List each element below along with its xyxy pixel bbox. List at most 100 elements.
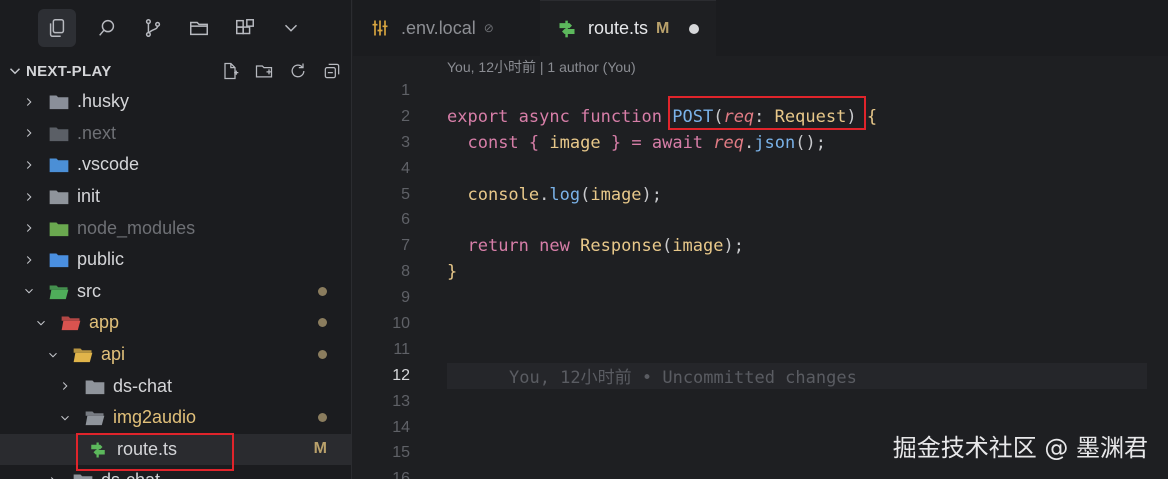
tree-folder[interactable]: init bbox=[0, 181, 351, 213]
tree-folder[interactable]: .vscode bbox=[0, 149, 351, 181]
line-number: 9 bbox=[401, 289, 410, 307]
git-change-dot-icon bbox=[318, 413, 327, 423]
code-line: 3 const { image } = await req.json(); bbox=[353, 130, 1168, 156]
tree-folder[interactable]: src bbox=[0, 276, 351, 308]
tree-item-label: app bbox=[89, 312, 120, 333]
code-text: console.log(image); bbox=[467, 184, 663, 205]
tree-item-label: ds-chat bbox=[113, 375, 173, 396]
tab-label: .env.local bbox=[401, 17, 476, 38]
git-change-dot-icon bbox=[318, 350, 327, 360]
chevron-right-icon bbox=[56, 377, 74, 395]
new-file-icon[interactable] bbox=[218, 60, 242, 82]
tree-folder[interactable]: node_modules bbox=[0, 212, 351, 244]
tree-item-label: api bbox=[101, 344, 126, 365]
chevron-down-icon bbox=[20, 282, 38, 300]
line-number: 15 bbox=[392, 444, 410, 462]
editor: .env.local ⊘ route.ts M You, 12小时前 | 1 a… bbox=[353, 0, 1168, 479]
tab-route-ts[interactable]: route.ts M bbox=[540, 0, 716, 56]
env-settings-icon bbox=[372, 20, 388, 36]
tree-folder[interactable]: public bbox=[0, 244, 351, 276]
new-folder-icon[interactable] bbox=[252, 60, 276, 82]
sidebar: NEXT-PLAY .husky .next .vscode init node_mod… bbox=[0, 0, 352, 479]
explorer-icon[interactable] bbox=[38, 9, 76, 47]
git-status-badge: M bbox=[313, 440, 327, 458]
line-number: 11 bbox=[393, 340, 410, 358]
code-text: } bbox=[447, 262, 458, 283]
code-text: return new Response(image); bbox=[467, 236, 744, 257]
code-line: 16 bbox=[353, 466, 1168, 479]
code-line-current: 12 You, 12小时前 • Uncommitted changes bbox=[353, 362, 1168, 389]
public-folder-icon bbox=[48, 251, 69, 268]
line-number: 16 bbox=[392, 470, 410, 479]
code-line: 8 } bbox=[353, 259, 1168, 285]
route-file-icon bbox=[559, 20, 575, 37]
code-area[interactable]: 1 2 export async function POST(req: Requ… bbox=[353, 78, 1168, 479]
inline-blame: You, 12小时前 • Uncommitted changes bbox=[509, 368, 857, 389]
tab-status: ⊘ bbox=[483, 21, 494, 35]
folder-icon bbox=[48, 188, 69, 205]
explorer-header[interactable]: NEXT-PLAY bbox=[0, 56, 351, 86]
tree-item-label: .husky bbox=[77, 91, 130, 112]
code-line: 2 export async function POST(req: Reques… bbox=[353, 104, 1168, 130]
tab-env-local[interactable]: .env.local ⊘ bbox=[353, 0, 540, 56]
chevron-right-icon bbox=[44, 472, 62, 479]
chevron-down-icon bbox=[44, 346, 62, 364]
line-number: 13 bbox=[392, 392, 410, 410]
refresh-icon[interactable] bbox=[286, 60, 310, 82]
code-line: 10 bbox=[353, 311, 1168, 337]
chevron-right-icon bbox=[20, 93, 38, 111]
line-number: 2 bbox=[401, 107, 410, 125]
collapse-icon[interactable] bbox=[320, 60, 344, 82]
modified-flag: M bbox=[656, 19, 670, 37]
extensions-icon[interactable] bbox=[222, 9, 268, 47]
chevron-down-icon bbox=[9, 68, 21, 75]
code-text: export async function POST(req: Request)… bbox=[447, 106, 878, 127]
code-line: 9 bbox=[353, 285, 1168, 311]
tree-folder[interactable]: ds-chat bbox=[0, 465, 351, 479]
chevron-right-icon bbox=[20, 124, 38, 142]
line-number: 12 bbox=[392, 366, 410, 384]
folder-icon bbox=[72, 472, 93, 479]
tab-bar: .env.local ⊘ route.ts M bbox=[353, 0, 1168, 56]
tree-item-label: public bbox=[77, 249, 125, 270]
activity-bar bbox=[0, 0, 351, 56]
chevron-right-icon bbox=[20, 156, 38, 174]
files-icon[interactable] bbox=[176, 9, 222, 47]
code-line: 13 bbox=[353, 389, 1168, 415]
line-number: 8 bbox=[401, 263, 410, 281]
tree-item-label: ds-chat bbox=[101, 470, 160, 479]
tree-file[interactable]: route.ts M bbox=[0, 433, 351, 466]
node-folder-icon bbox=[48, 220, 69, 237]
route-file-icon bbox=[88, 441, 108, 458]
tree-item-label: init bbox=[77, 186, 101, 207]
tree-folder[interactable]: app bbox=[0, 307, 351, 339]
tree-folder[interactable]: .husky bbox=[0, 86, 351, 118]
line-number: 6 bbox=[401, 211, 410, 229]
source-control-icon[interactable] bbox=[130, 9, 176, 47]
tree-folder[interactable]: ds-chat bbox=[0, 370, 351, 402]
file-tree: .husky .next .vscode init node_modulespublic… bbox=[0, 86, 351, 479]
git-change-dot-icon bbox=[318, 318, 327, 328]
chevron-down-icon[interactable] bbox=[268, 9, 314, 47]
tree-folder[interactable]: img2audio bbox=[0, 402, 351, 434]
folder-open-icon bbox=[84, 409, 105, 426]
tree-item-label: src bbox=[77, 280, 101, 301]
line-number: 10 bbox=[392, 314, 410, 332]
search-icon[interactable] bbox=[84, 9, 130, 47]
code-line: 5 console.log(image); bbox=[353, 182, 1168, 208]
blame-header[interactable]: You, 12小时前 | 1 author (You) bbox=[353, 56, 1168, 78]
line-number: 7 bbox=[401, 237, 410, 255]
api-folder-icon bbox=[72, 346, 93, 363]
tree-item-label: img2audio bbox=[113, 407, 197, 428]
tree-item-label: node_modules bbox=[77, 217, 196, 238]
unsaved-dot-icon[interactable] bbox=[689, 23, 700, 34]
tree-item-label: .vscode bbox=[77, 154, 140, 175]
chevron-down-icon bbox=[56, 409, 74, 427]
tree-item-label: route.ts bbox=[117, 438, 178, 459]
app-folder-icon bbox=[60, 314, 81, 331]
line-number: 14 bbox=[392, 418, 410, 436]
tree-folder[interactable]: api bbox=[0, 339, 351, 371]
chevron-right-icon bbox=[20, 219, 38, 237]
chevron-down-icon bbox=[32, 314, 50, 332]
tree-folder[interactable]: .next bbox=[0, 118, 351, 150]
